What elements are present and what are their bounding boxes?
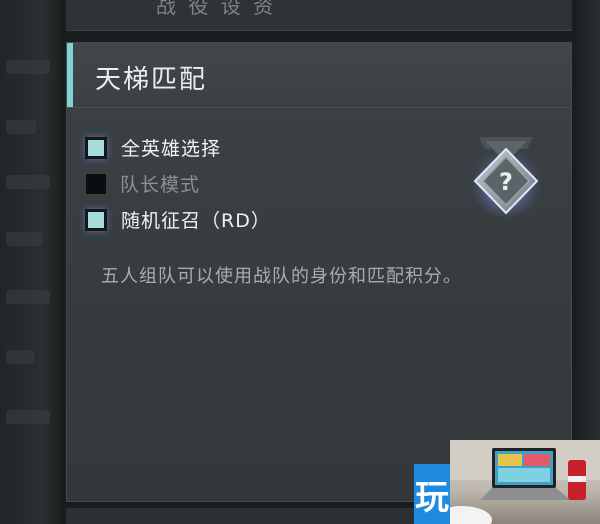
previous-panel-text: 战 役 设 资	[156, 0, 277, 18]
previous-panel: 战 役 设 资	[66, 0, 572, 31]
watermark-logo: 玩	[414, 464, 450, 524]
option-random-draft[interactable]: 随机征召（RD）	[85, 206, 271, 233]
badge-question-mark: ?	[499, 168, 513, 196]
party-description: 五人组队可以使用战队的身份和匹配积分。	[101, 266, 462, 287]
ad-laptop-photo	[450, 440, 600, 524]
captains-mode-checkbox	[86, 173, 106, 194]
all-pick-checkbox[interactable]	[85, 136, 107, 159]
bottom-panel-edge	[66, 508, 414, 524]
random-draft-checkbox[interactable]	[85, 208, 107, 231]
rank-unknown-icon: ?	[470, 137, 542, 217]
random-draft-label: 随机征召（RD）	[121, 210, 271, 232]
panel-header: 天梯匹配	[67, 43, 571, 108]
panel-title: 天梯匹配	[95, 65, 208, 95]
ranked-matchmaking-panel: 天梯匹配 全英雄选择 队长模式 随机征召（RD） 五人组队可以使用战队的身份和匹…	[66, 42, 572, 502]
watermark-logo-text: 玩	[415, 477, 449, 518]
all-pick-label: 全英雄选择	[121, 138, 222, 160]
option-all-pick[interactable]: 全英雄选择	[85, 134, 221, 161]
option-captains-mode: 队长模式	[85, 170, 200, 197]
captains-mode-label: 队长模式	[120, 174, 201, 196]
header-accent-bar	[67, 43, 73, 107]
background-left-blur	[0, 0, 62, 524]
